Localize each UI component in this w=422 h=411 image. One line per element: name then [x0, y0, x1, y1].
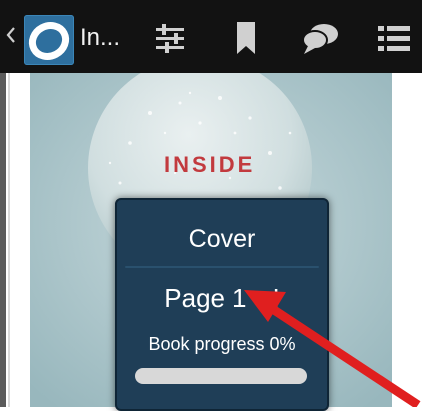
cover-menu-item[interactable]: Cover	[117, 200, 327, 270]
page-indicator[interactable]: Page 1 I	[117, 270, 327, 326]
page-edge-line	[8, 73, 10, 407]
popup-divider	[125, 266, 319, 268]
book-progress-label: Book progress 0%	[148, 334, 296, 354]
page-label: Page	[164, 283, 226, 313]
cover-title-text: INSIDE	[164, 152, 256, 177]
book-title[interactable]: In...	[80, 24, 120, 52]
bookmark-icon[interactable]	[228, 20, 264, 56]
page-number: 1	[232, 283, 247, 313]
sliders-icon[interactable]	[152, 20, 188, 56]
list-menu-icon[interactable]	[376, 20, 412, 56]
chat-bubbles-icon[interactable]	[300, 20, 338, 56]
page-suffix: I	[272, 283, 280, 313]
overdrive-logo-icon[interactable]	[24, 15, 74, 65]
back-arrow-icon[interactable]	[6, 26, 16, 44]
book-progress-slider[interactable]	[135, 368, 307, 384]
page-edge	[0, 73, 6, 407]
top-toolbar: In...	[0, 0, 422, 73]
navigation-popup: Cover Page 1 I Book progress 0%	[115, 198, 329, 411]
